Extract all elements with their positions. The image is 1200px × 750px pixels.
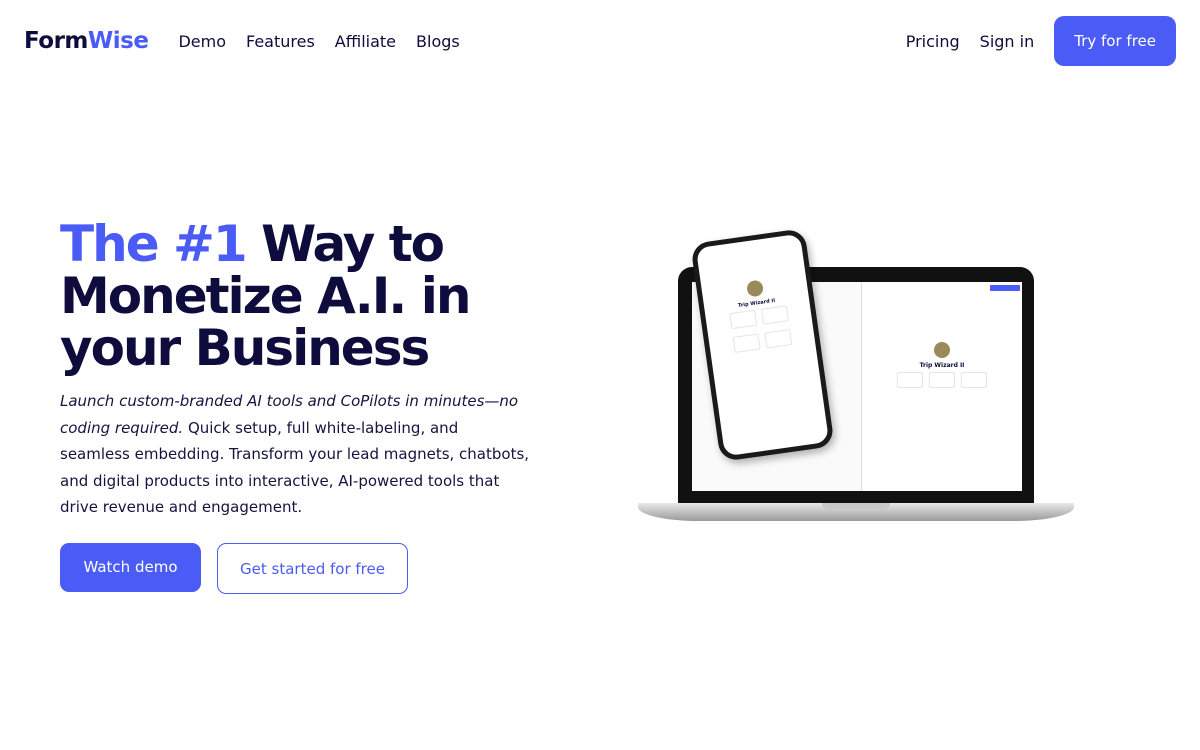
nav-blogs[interactable]: Blogs <box>416 32 460 51</box>
watch-demo-button[interactable]: Watch demo <box>60 543 201 592</box>
logo-text-form: Form <box>24 28 88 54</box>
starter-card <box>763 329 792 349</box>
logo[interactable]: FormWise <box>24 28 149 54</box>
starter-card <box>961 372 987 388</box>
starter-card <box>929 372 955 388</box>
nav-right: Pricing Sign in Try for free <box>906 16 1176 66</box>
starter-card <box>897 372 923 388</box>
starter-card <box>732 333 761 353</box>
nav-demo[interactable]: Demo <box>178 32 226 51</box>
hero-title-highlight: The #1 <box>60 215 248 273</box>
nav-signin[interactable]: Sign in <box>980 32 1035 51</box>
logo-text-wise: Wise <box>87 28 149 54</box>
publish-button <box>990 285 1020 291</box>
starter-card <box>760 305 789 325</box>
phone-avatar <box>745 279 764 298</box>
laptop-notch <box>822 503 890 509</box>
nav-affiliate[interactable]: Affiliate <box>335 32 396 51</box>
nav-pricing[interactable]: Pricing <box>906 32 960 51</box>
preview-title: Trip Wizard II <box>919 362 965 369</box>
hero-description: Launch custom-branded AI tools and CoPil… <box>60 388 530 521</box>
hero-title: The #1 Way to Monetize A.I. in your Busi… <box>60 218 560 374</box>
try-for-free-button[interactable]: Try for free <box>1054 16 1176 66</box>
get-started-button[interactable]: Get started for free <box>217 543 408 594</box>
nav-features[interactable]: Features <box>246 32 315 51</box>
top-nav: FormWise Demo Features Affiliate Blogs P… <box>24 16 1176 66</box>
bot-avatar <box>934 342 950 358</box>
starter-card <box>728 309 757 330</box>
preview-panel: Trip Wizard II <box>862 282 1022 491</box>
